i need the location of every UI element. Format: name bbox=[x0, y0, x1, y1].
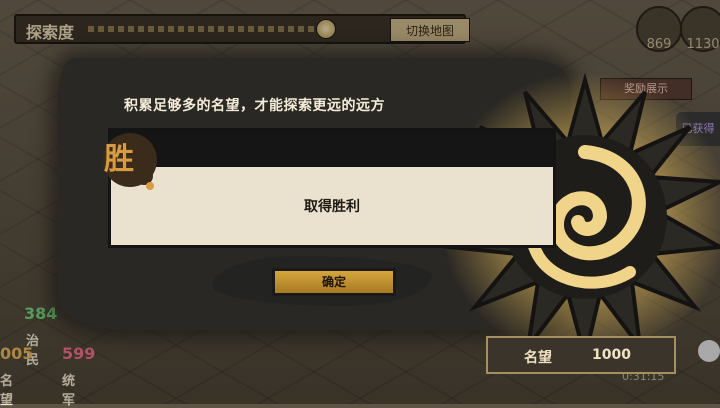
victory-message: 取得胜利 bbox=[304, 199, 360, 215]
prestige-label: 名望 bbox=[524, 350, 552, 366]
confirm-button[interactable]: 确定 bbox=[272, 268, 396, 296]
prestige-value: 1000 bbox=[592, 347, 631, 363]
victory-character: 胜 bbox=[104, 142, 134, 177]
prestige-reward-box: 名望 1000 bbox=[486, 336, 676, 374]
dialog-header bbox=[111, 131, 553, 167]
victory-dialog: 取得胜利 bbox=[108, 128, 556, 248]
victory-badge: 胜 bbox=[96, 126, 166, 196]
prestige-hint-text: 积累足够多的名望，才能探索更远的远方 bbox=[124, 98, 385, 114]
